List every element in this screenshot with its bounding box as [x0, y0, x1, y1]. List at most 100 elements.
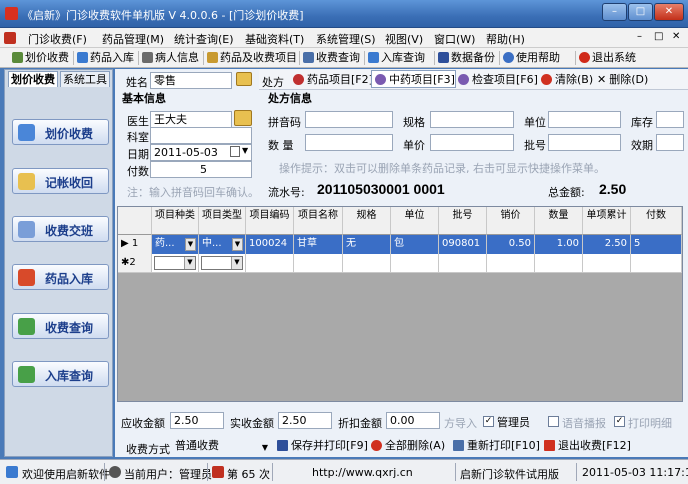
col-header-code[interactable]: 项目编码	[246, 207, 294, 235]
table-row-new[interactable]: ✱2 ▼ ▼	[118, 254, 682, 273]
col-header-doses[interactable]: 付数	[631, 207, 682, 235]
exit-charge-button[interactable]: 退出收费[F12]	[541, 437, 631, 455]
mdi-minimize-button[interactable]: –	[637, 31, 642, 42]
cell-price[interactable]: 0.50	[487, 235, 535, 254]
cell-subtotal[interactable]: 2.50	[583, 235, 631, 254]
close-button[interactable]: ✕	[654, 3, 684, 21]
cell-kind[interactable]: 药... ▼	[152, 235, 199, 254]
tab-examination-items[interactable]: 检查项目[F6]	[455, 71, 538, 89]
pinyin-input[interactable]	[305, 111, 393, 128]
cell-spec[interactable]	[343, 254, 391, 273]
table-row[interactable]: ▶ 1 药... ▼ 中... ▼ 100024 甘草 无 包 090801 0.5…	[118, 235, 682, 254]
name-field[interactable]: 零售	[150, 72, 232, 89]
payment-method-select[interactable]: 普通收费 ▼	[172, 438, 270, 455]
tab-pricing-charge[interactable]: 划价收费	[8, 71, 58, 87]
cell-type[interactable]: ▼	[199, 254, 246, 273]
col-header-subtotal[interactable]: 单项累计	[583, 207, 631, 235]
save-and-print-button[interactable]: 保存并打印[F9]	[274, 437, 368, 455]
menu-basic-data[interactable]: 基础资料(T)	[245, 31, 304, 47]
nav-shift-handover[interactable]: 收费交班	[12, 216, 109, 242]
col-header-batch[interactable]: 批号	[439, 207, 487, 235]
amount-due-field[interactable]: 2.50	[170, 412, 224, 429]
chevron-down-icon[interactable]: ▼	[262, 440, 268, 455]
tab-system-tools[interactable]: 系统工具	[60, 71, 110, 87]
menu-drug-management[interactable]: 药品管理(M)	[102, 31, 164, 47]
cell-doses[interactable]: 5	[631, 235, 682, 254]
toolbar-help[interactable]: 使用帮助	[503, 50, 560, 66]
chevron-down-icon[interactable]: ▼	[242, 146, 248, 155]
toolbar-drug-stock-in[interactable]: 药品入库	[77, 50, 134, 66]
website-link[interactable]: http://www.qxrj.cn	[312, 466, 413, 479]
menu-clinic-charge[interactable]: 门诊收费(F)	[28, 31, 87, 47]
maximize-button[interactable]: □	[628, 3, 653, 21]
col-header-spec[interactable]: 规格	[343, 207, 391, 235]
cell-name[interactable]	[294, 254, 343, 273]
tab-drug-items[interactable]: 药品项目[F2]	[290, 71, 373, 89]
tab-chinese-medicine[interactable]: 中药项目[F3]	[371, 70, 456, 88]
mdi-close-button[interactable]: ✕	[672, 31, 680, 42]
clear-button[interactable]: 清除(B)	[538, 71, 593, 89]
toolbar-charge-query[interactable]: 收费查询	[303, 50, 360, 66]
nav-charge-query[interactable]: 收费查询	[12, 313, 109, 339]
menu-help[interactable]: 帮助(H)	[486, 31, 525, 47]
col-header-type[interactable]: 项目类型	[199, 207, 246, 235]
cell-doses[interactable]	[631, 254, 682, 273]
menu-statistics[interactable]: 统计查询(E)	[174, 31, 234, 47]
doses-field[interactable]: 5	[150, 161, 252, 178]
nav-drug-stock-in[interactable]: 药品入库	[12, 264, 109, 290]
cell-qty[interactable]: 1.00	[535, 235, 583, 254]
col-header-price[interactable]: 销价	[487, 207, 535, 235]
folder-open-icon[interactable]	[236, 72, 252, 86]
nav-account-recovery[interactable]: 记帐收回	[12, 168, 109, 194]
toolbar-drugs-and-items[interactable]: 药品及收费项目	[207, 50, 297, 66]
chevron-down-icon[interactable]: ▼	[232, 238, 243, 251]
amount-paid-field[interactable]: 2.50	[278, 412, 332, 429]
cell-qty[interactable]	[535, 254, 583, 273]
expiry-field[interactable]	[656, 134, 684, 151]
spec-field[interactable]	[430, 111, 514, 128]
toolbar-patient-info[interactable]: 病人信息	[142, 50, 199, 66]
cell-type[interactable]: 中... ▼	[199, 235, 246, 254]
chevron-down-icon[interactable]: ▼	[184, 257, 195, 269]
col-header-kind[interactable]: 项目种类	[152, 207, 199, 235]
reprint-button[interactable]: 重新打印[F10]	[450, 437, 540, 455]
discount-field[interactable]: 0.00	[386, 412, 440, 429]
menu-view[interactable]: 视图(V)	[385, 31, 423, 47]
dept-field[interactable]	[150, 127, 252, 144]
chevron-down-icon[interactable]: ▼	[231, 257, 242, 269]
cell-unit[interactable]	[391, 254, 439, 273]
mdi-restore-button[interactable]: □	[654, 31, 663, 42]
voice-checkbox[interactable]	[548, 416, 559, 427]
doctor-picker-icon[interactable]	[234, 110, 252, 126]
menu-system[interactable]: 系统管理(S)	[316, 31, 376, 47]
minimize-button[interactable]: –	[602, 3, 627, 21]
nav-stock-query[interactable]: 入库查询	[12, 361, 109, 387]
batch-field[interactable]	[548, 134, 621, 151]
col-header-unit[interactable]: 单位	[391, 207, 439, 235]
chevron-down-icon[interactable]: ▼	[185, 238, 196, 251]
cell-spec[interactable]: 无	[343, 235, 391, 254]
print-detail-checkbox[interactable]: ✓	[614, 416, 625, 427]
cell-code[interactable]	[246, 254, 294, 273]
cell-code[interactable]: 100024	[246, 235, 294, 254]
cell-name[interactable]: 甘草	[294, 235, 343, 254]
delete-all-button[interactable]: 全部删除(A)	[368, 437, 445, 455]
nav-pricing-charge[interactable]: 划价收费	[12, 119, 109, 145]
cell-unit[interactable]: 包	[391, 235, 439, 254]
cell-subtotal[interactable]	[583, 254, 631, 273]
cell-kind[interactable]: ▼	[152, 254, 199, 273]
cell-price[interactable]	[487, 254, 535, 273]
price-field[interactable]	[430, 134, 514, 151]
col-header-qty[interactable]: 数量	[535, 207, 583, 235]
toolbar-exit-system[interactable]: 退出系统	[579, 50, 636, 66]
unit-field[interactable]	[548, 111, 621, 128]
doctor-field[interactable]: 王大夫	[150, 111, 232, 128]
cell-batch[interactable]	[439, 254, 487, 273]
toolbar-pricing-charge[interactable]: 划价收费	[12, 50, 69, 66]
quantity-field[interactable]	[305, 134, 393, 151]
delete-button[interactable]: ✕ 删除(D)	[594, 71, 648, 89]
cell-batch[interactable]: 090801	[439, 235, 487, 254]
toolbar-data-backup[interactable]: 数据备份	[438, 50, 495, 66]
admin-checkbox[interactable]: ✓	[483, 416, 494, 427]
stock-field[interactable]	[656, 111, 684, 128]
